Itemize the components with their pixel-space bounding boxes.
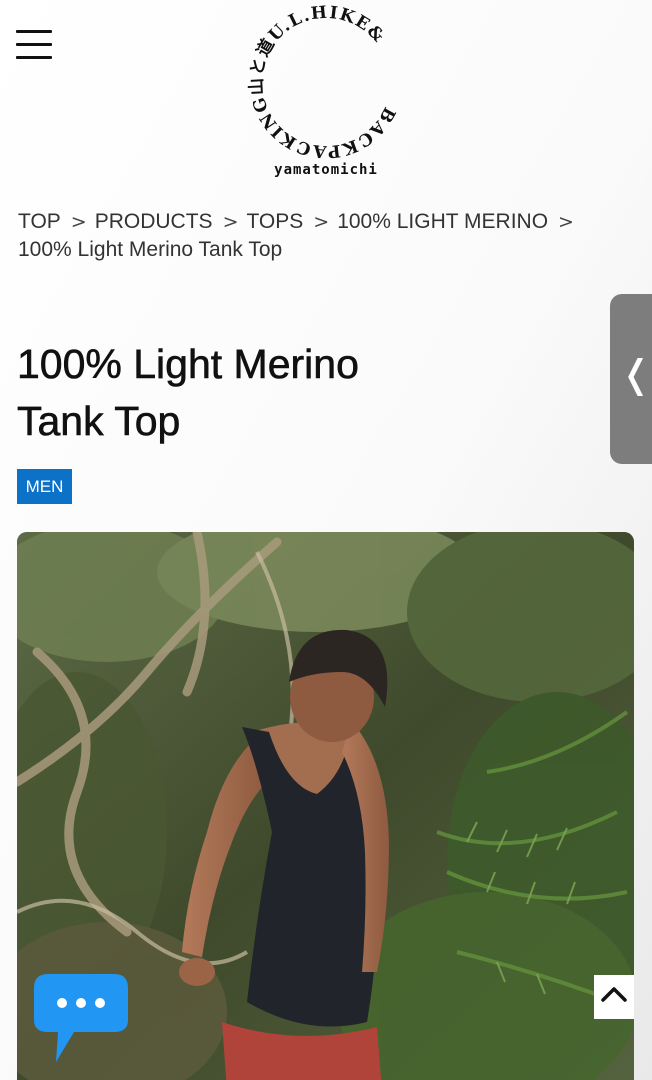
logo-wordmark: yamatomichi bbox=[274, 162, 378, 178]
breadcrumb-products[interactable]: PRODUCTS bbox=[95, 210, 213, 233]
logo-ring: BACKPACKING山と道U.L.HIKE& bbox=[247, 4, 399, 161]
breadcrumb-light-merino[interactable]: 100% LIGHT MERINO bbox=[337, 210, 548, 233]
breadcrumb-top[interactable]: TOP bbox=[18, 210, 61, 233]
breadcrumb-current: 100% Light Merino Tank Top bbox=[18, 238, 283, 261]
page-title-line1: 100% Light Merino bbox=[17, 341, 359, 388]
side-panel-tab[interactable]: ❬ bbox=[610, 294, 652, 464]
yamatomichi-logo[interactable]: BACKPACKING山と道U.L.HIKE& yamatomichi bbox=[238, 4, 414, 184]
breadcrumb-separator: > bbox=[313, 211, 330, 233]
menu-button[interactable] bbox=[16, 28, 54, 62]
chevron-up-icon bbox=[601, 987, 627, 1002]
chat-button[interactable] bbox=[34, 974, 128, 1062]
breadcrumb-separator: > bbox=[558, 211, 574, 233]
breadcrumb: TOP > PRODUCTS > TOPS >100% LIGHT MERINO >100%… bbox=[18, 208, 633, 264]
hamburger-icon bbox=[16, 30, 52, 33]
breadcrumb-tops[interactable]: TOPS bbox=[246, 210, 303, 233]
chat-bubble-icon bbox=[34, 974, 128, 1062]
chevron-left-icon: ❬ bbox=[620, 352, 652, 396]
page-title-line2: Tank Top bbox=[17, 398, 181, 445]
breadcrumb-separator: > bbox=[222, 211, 239, 233]
page-title: 100% Light Merino Tank Top bbox=[17, 336, 537, 450]
category-badge[interactable]: MEN bbox=[17, 469, 72, 504]
scroll-top-button[interactable] bbox=[594, 975, 634, 1019]
breadcrumb-separator: > bbox=[70, 211, 87, 233]
logo-ring-text: BACKPACKING山と道U.L.HIKE& bbox=[247, 4, 399, 161]
